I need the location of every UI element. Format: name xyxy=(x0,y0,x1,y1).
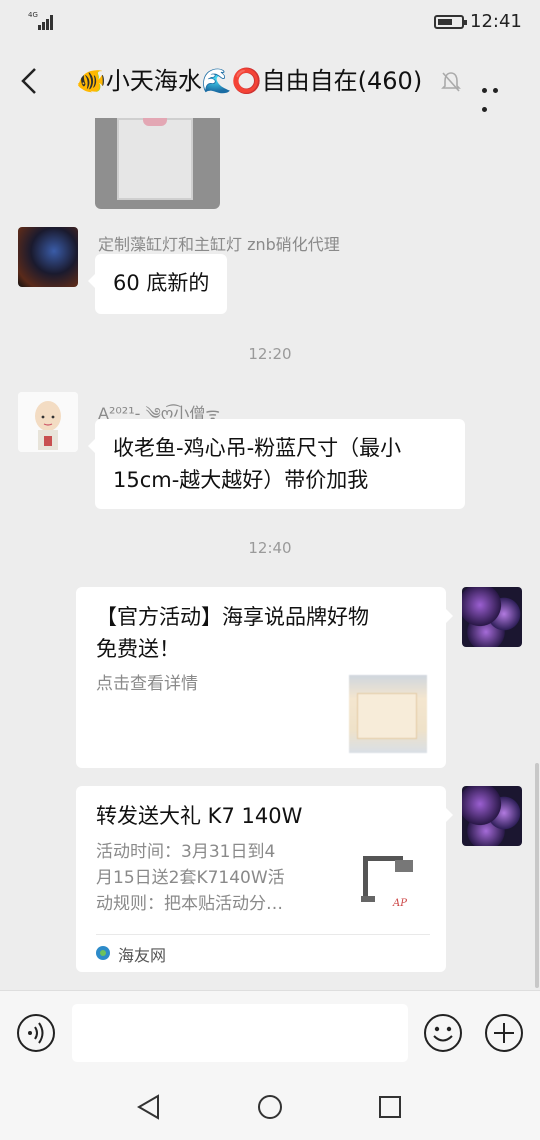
voice-icon[interactable] xyxy=(16,1013,56,1053)
nav-home-icon[interactable] xyxy=(257,1094,283,1120)
nav-back-icon[interactable] xyxy=(136,1094,162,1120)
more-dots-icon[interactable] xyxy=(482,78,512,112)
card-title: 【官方活动】海享说品牌好物 免费送！ xyxy=(96,601,436,665)
share-card[interactable]: 【官方活动】海享说品牌好物 免费送！ 点击查看详情 xyxy=(76,587,453,768)
timestamp: 12:20 xyxy=(248,345,292,363)
chat-title: 🐠小天海水🌊⭕自由自在(460) xyxy=(76,67,423,95)
avatar[interactable] xyxy=(18,392,78,452)
card-title: 转发送大礼 K7 140W xyxy=(96,804,303,828)
card-description: 活动时间：3月31日到4 月15日送2套K7140W活 动规则：把本贴活动分… xyxy=(96,839,336,917)
message-bubble[interactable]: 收老鱼-鸡心吊-粉蓝尺寸（最小 15cm-越大越好）带价加我 xyxy=(88,419,465,509)
bell-muted-icon xyxy=(441,72,461,92)
card-description-line: 动规则：把本贴活动分… xyxy=(96,894,283,914)
card-description-line: 活动时间：3月31日到4 xyxy=(96,842,276,862)
signal-icon xyxy=(38,15,53,30)
thumb-brand: AP xyxy=(392,898,407,909)
chat-area[interactable]: 定制藻缸灯和主缸灯 znb硝化代理 60 底新的 12:20 A²⁰²¹- ༄ღ… xyxy=(0,118,540,990)
card-description-line: 月15日送2套K7140W活 xyxy=(96,868,285,888)
input-bar xyxy=(0,990,540,1072)
status-bar: 4G 12:41 xyxy=(0,0,540,44)
card-title-line: 免费送！ xyxy=(96,637,180,661)
source-name: 海友网 xyxy=(118,946,167,965)
plus-icon[interactable] xyxy=(484,1013,524,1053)
chat-header: 🐠小天海水🌊⭕自由自在(460) xyxy=(0,44,540,118)
source-icon xyxy=(96,946,110,960)
status-time: 12:41 xyxy=(470,11,522,32)
system-nav-bar xyxy=(0,1072,540,1140)
scrollbar[interactable] xyxy=(535,763,539,988)
previous-image-message[interactable] xyxy=(95,118,220,209)
avatar[interactable] xyxy=(18,227,78,287)
timestamp: 12:40 xyxy=(248,539,292,557)
avatar[interactable] xyxy=(462,786,522,846)
card-description: 点击查看详情 xyxy=(96,674,198,694)
battery-icon xyxy=(434,15,467,29)
card-title-line: 【官方活动】海享说品牌好物 xyxy=(96,605,369,629)
card-thumbnail xyxy=(349,675,427,753)
message-line: 收老鱼-鸡心吊-粉蓝尺寸（最小 xyxy=(113,436,402,460)
card-footer: 海友网 xyxy=(96,934,430,970)
message-input[interactable] xyxy=(72,1004,408,1062)
message-line: 15cm-越大越好）带价加我 xyxy=(113,468,369,492)
nav-recent-icon[interactable] xyxy=(378,1095,402,1119)
share-card[interactable]: 转发送大礼 K7 140W 活动时间：3月31日到4 月15日送2套K7140W… xyxy=(76,786,453,972)
avatar[interactable] xyxy=(462,587,522,647)
message-bubble[interactable]: 60 底新的 xyxy=(87,254,228,314)
card-thumbnail: AP xyxy=(351,846,429,924)
chevron-left-icon[interactable] xyxy=(18,66,42,96)
emoji-icon[interactable] xyxy=(423,1013,463,1053)
sender-name: 定制藻缸灯和主缸灯 znb硝化代理 xyxy=(98,235,340,254)
